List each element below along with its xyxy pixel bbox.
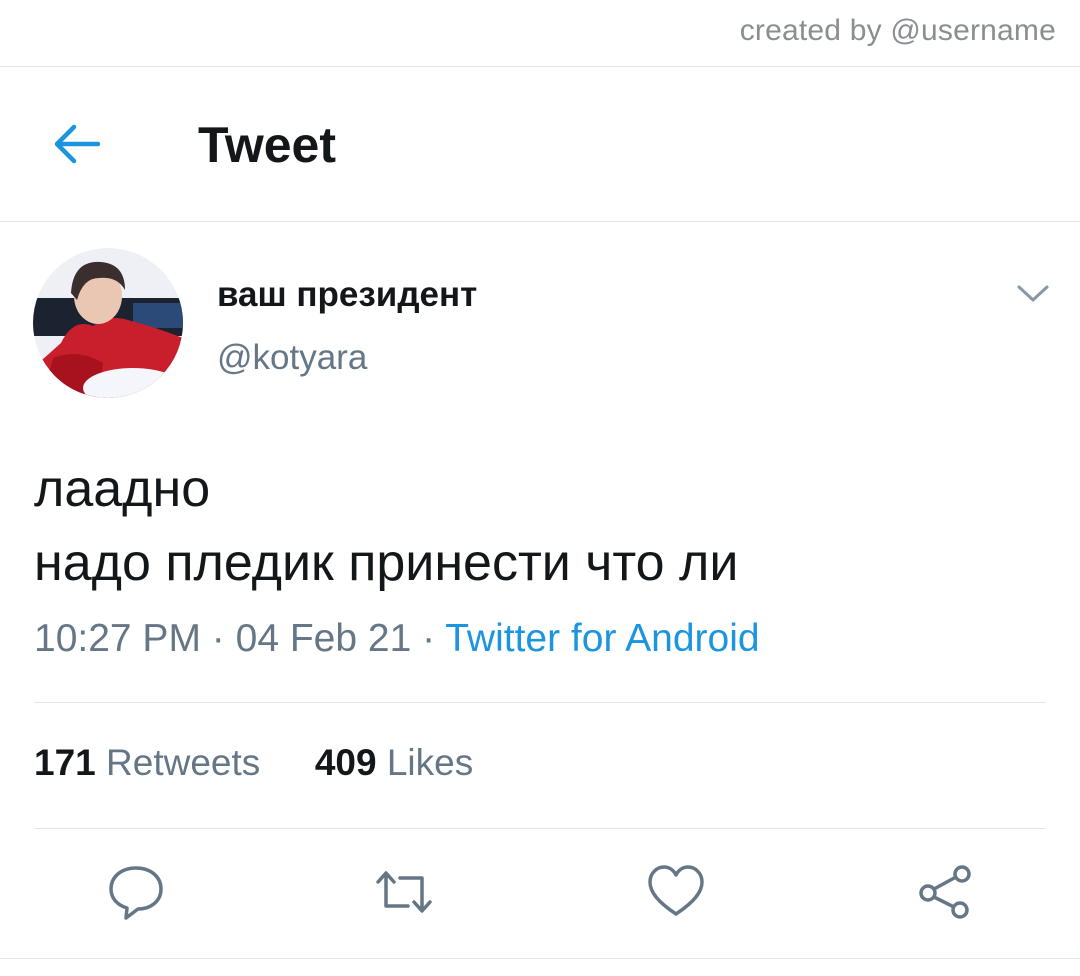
retweet-icon [376, 871, 432, 913]
retweet-button[interactable] [374, 862, 434, 922]
meta-separator: · [211, 617, 225, 660]
avatar-image [33, 248, 183, 398]
tweet-source-link[interactable]: Twitter for Android [445, 617, 759, 660]
bottom-divider [0, 958, 1080, 959]
tweet-meta: 10:27 PM · 04 Feb 21 · Twitter for Andro… [34, 617, 760, 661]
retweets-label: Retweets [106, 742, 261, 783]
tweet-time: 10:27 PM [34, 617, 201, 660]
likes-stat[interactable]: 409 Likes [305, 742, 474, 783]
tweet-text-line: лаадно [34, 460, 211, 518]
like-button[interactable] [646, 862, 706, 922]
share-icon [919, 865, 971, 919]
more-options-button[interactable] [1014, 280, 1052, 306]
arrow-left-icon [54, 124, 101, 164]
avatar[interactable] [33, 248, 183, 398]
meta-separator: · [422, 617, 436, 660]
tweet-stats: 171 Retweets 409 Likes [34, 742, 473, 784]
tweet-date: 04 Feb 21 [235, 617, 412, 660]
reply-button[interactable] [106, 862, 166, 922]
retweets-stat[interactable]: 171 Retweets [34, 742, 271, 783]
header-bar: Tweet [0, 66, 1080, 221]
page-title: Tweet [198, 117, 336, 173]
display-name[interactable]: ваш президент [217, 275, 477, 315]
credit-text: created by @username [739, 14, 1056, 47]
stats-divider [34, 828, 1046, 829]
retweets-count: 171 [34, 742, 96, 783]
tweet-text-line: надо пледик принести что ли [34, 534, 739, 592]
tweet-text: лаадно надо пледик принести что ли [34, 452, 738, 600]
back-button[interactable] [50, 122, 104, 166]
user-handle[interactable]: @kotyara [217, 338, 367, 378]
reply-icon [109, 866, 163, 920]
meta-divider [34, 702, 1046, 703]
likes-count: 409 [314, 742, 377, 783]
header-divider [0, 221, 1080, 222]
heart-icon [648, 865, 704, 916]
likes-label: Likes [386, 742, 474, 783]
share-button[interactable] [915, 862, 975, 922]
chevron-down-icon [1017, 285, 1049, 302]
